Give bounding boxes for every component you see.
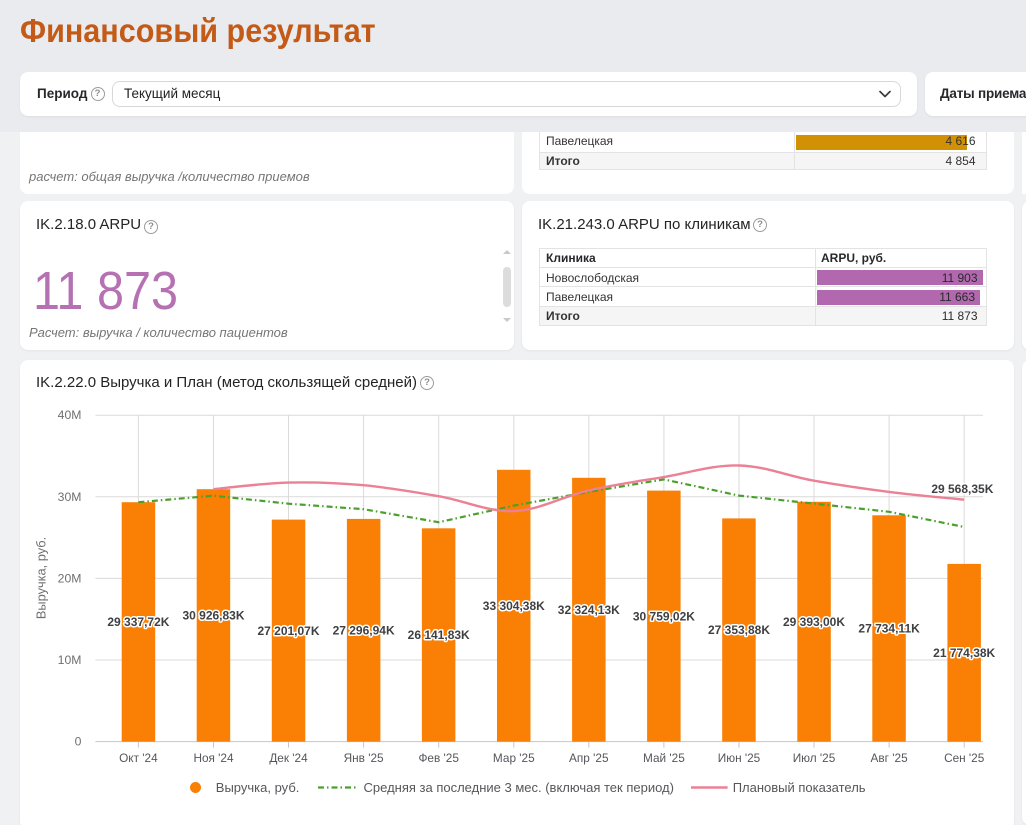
svg-text:27 353,88K: 27 353,88K [708, 623, 770, 637]
svg-text:Апр '25: Апр '25 [569, 751, 609, 765]
svg-text:40M: 40M [58, 408, 82, 422]
svg-text:27 201,07K: 27 201,07K [257, 624, 319, 638]
svg-text:32 324,13K: 32 324,13K [558, 603, 620, 617]
svg-text:Янв '25: Янв '25 [344, 751, 384, 765]
svg-text:0: 0 [75, 735, 82, 749]
svg-text:30 759,02K: 30 759,02K [633, 609, 695, 623]
svg-text:10M: 10M [58, 653, 82, 667]
svg-text:Выручка, руб.: Выручка, руб. [34, 537, 49, 619]
svg-text:Сен '25: Сен '25 [944, 751, 985, 765]
svg-text:27 734,11K: 27 734,11K [858, 622, 920, 636]
svg-text:33 304,38K: 33 304,38K [483, 599, 545, 613]
svg-text:Окт '24: Окт '24 [119, 751, 158, 765]
svg-text:20M: 20M [58, 571, 82, 585]
svg-text:30M: 30M [58, 490, 82, 504]
svg-text:30 926,83K: 30 926,83K [182, 609, 244, 623]
svg-text:Дек '24: Дек '24 [269, 751, 308, 765]
svg-text:Ноя '24: Ноя '24 [193, 751, 234, 765]
svg-text:Фев '25: Фев '25 [418, 751, 459, 765]
svg-text:Авг '25: Авг '25 [871, 751, 909, 765]
svg-text:26 141,83K: 26 141,83K [408, 628, 470, 642]
svg-text:29 393,00K: 29 393,00K [783, 615, 845, 629]
svg-text:Плановый показатель: Плановый показатель [733, 780, 866, 795]
svg-text:Май '25: Май '25 [643, 751, 685, 765]
svg-text:Средняя за последние 3 мес. (в: Средняя за последние 3 мес. (включая тек… [364, 780, 674, 795]
svg-text:21 774,38K: 21 774,38K [933, 646, 995, 660]
svg-text:Июн '25: Июн '25 [718, 751, 761, 765]
svg-text:29 568,35K: 29 568,35K [931, 482, 993, 496]
svg-text:Выручка, руб.: Выручка, руб. [216, 780, 300, 795]
svg-text:Мар '25: Мар '25 [493, 751, 535, 765]
svg-text:27 296,94K: 27 296,94K [333, 623, 395, 637]
svg-text:29 337,72K: 29 337,72K [107, 615, 169, 629]
svg-text:Июл '25: Июл '25 [793, 751, 836, 765]
